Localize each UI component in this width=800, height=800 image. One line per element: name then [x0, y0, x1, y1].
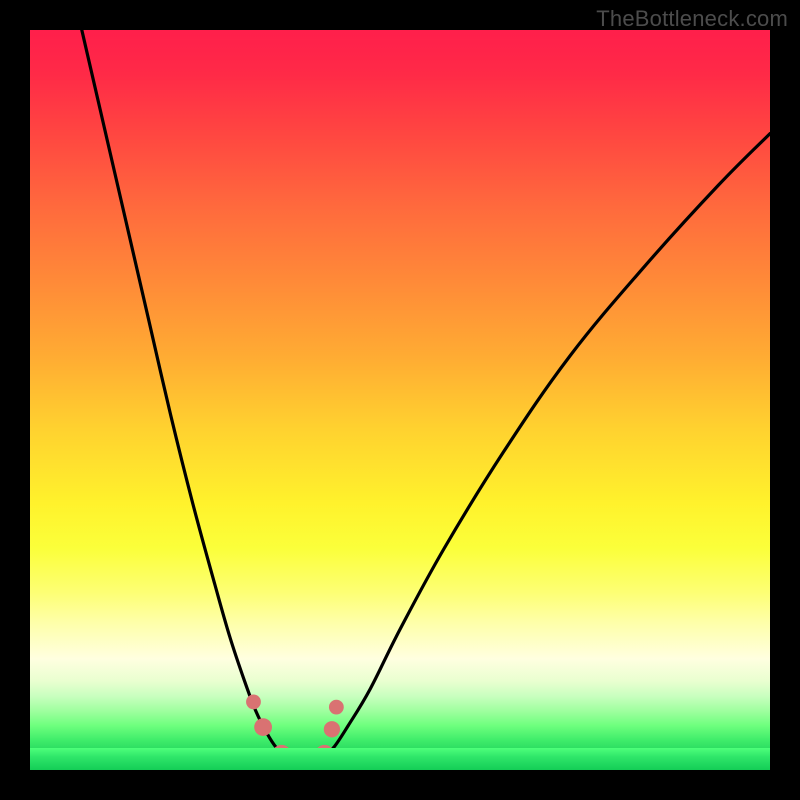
left-marker-upper	[246, 695, 261, 710]
left-marker-lower	[254, 718, 272, 736]
chart-frame: TheBottleneck.com	[0, 0, 800, 800]
green-band	[30, 748, 770, 770]
right-marker-upper	[329, 700, 344, 715]
watermark-text: TheBottleneck.com	[596, 6, 788, 32]
chart-svg	[30, 30, 770, 770]
curve-right-curve	[322, 134, 770, 757]
plot-area	[30, 30, 770, 770]
right-marker-lower	[324, 721, 340, 737]
curve-left-curve	[82, 30, 286, 757]
